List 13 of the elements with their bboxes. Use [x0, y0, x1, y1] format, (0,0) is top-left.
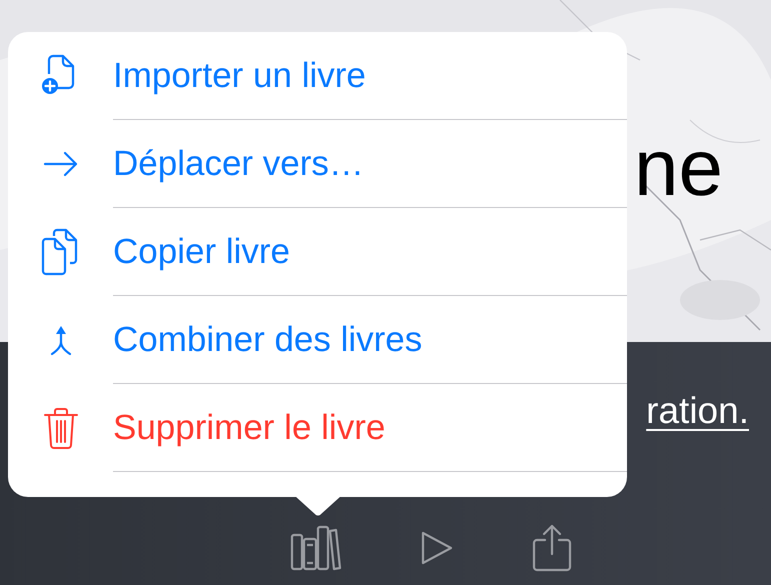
trash-icon: [42, 406, 80, 450]
arrow-right-icon: [42, 151, 80, 177]
library-icon[interactable]: [290, 525, 342, 571]
menu-item[interactable]: Supprimer le livre: [113, 408, 386, 448]
menu-item[interactable]: Importer un livre: [113, 56, 366, 96]
merge-icon: [48, 324, 72, 356]
share-icon[interactable]: [532, 524, 572, 572]
menu-item[interactable]: Copier livre: [113, 232, 290, 272]
menu-item[interactable]: Déplacer vers…: [113, 144, 364, 184]
title-text: ne: [634, 128, 724, 208]
link[interactable]: ration.: [646, 390, 749, 432]
menu-item[interactable]: Combiner des livres: [113, 320, 422, 360]
play-icon[interactable]: [420, 530, 454, 566]
